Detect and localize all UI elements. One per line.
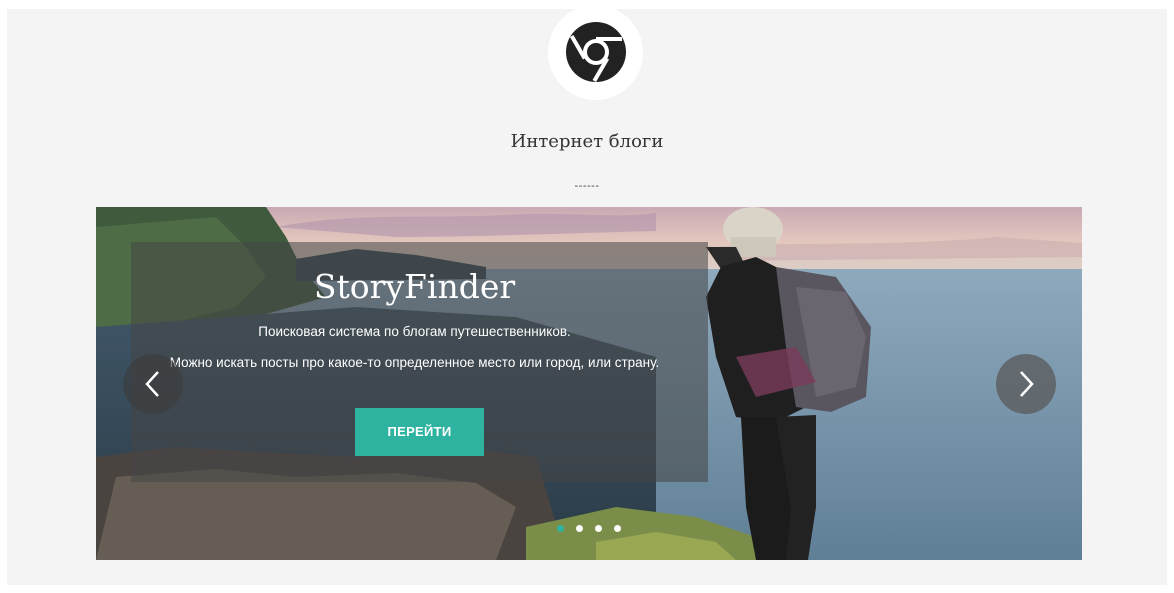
- slide-description-line2: Можно искать посты про какое-то определе…: [169, 355, 660, 370]
- image-slider[interactable]: StoryFinder Поисковая система по блогам …: [96, 207, 1082, 560]
- chevron-right-icon: [1020, 371, 1034, 397]
- slider-dot-4[interactable]: [614, 525, 621, 532]
- logo[interactable]: [548, 5, 643, 100]
- slide-title: StoryFinder: [313, 267, 516, 306]
- chevron-left-icon: [145, 371, 159, 397]
- title-separator: ------: [574, 180, 600, 192]
- go-button[interactable]: ПЕРЕЙТИ: [355, 408, 484, 456]
- slide-description-line1: Поисковая система по блогам путешественн…: [258, 324, 571, 339]
- slider-prev-button[interactable]: [123, 354, 183, 414]
- browser-logo-icon: [566, 22, 626, 83]
- slider-dot-2[interactable]: [576, 525, 583, 532]
- page-title: Интернет блоги: [510, 131, 664, 152]
- slider-dot-3[interactable]: [595, 525, 602, 532]
- slider-dot-1[interactable]: [557, 525, 564, 532]
- slider-next-button[interactable]: [996, 354, 1056, 414]
